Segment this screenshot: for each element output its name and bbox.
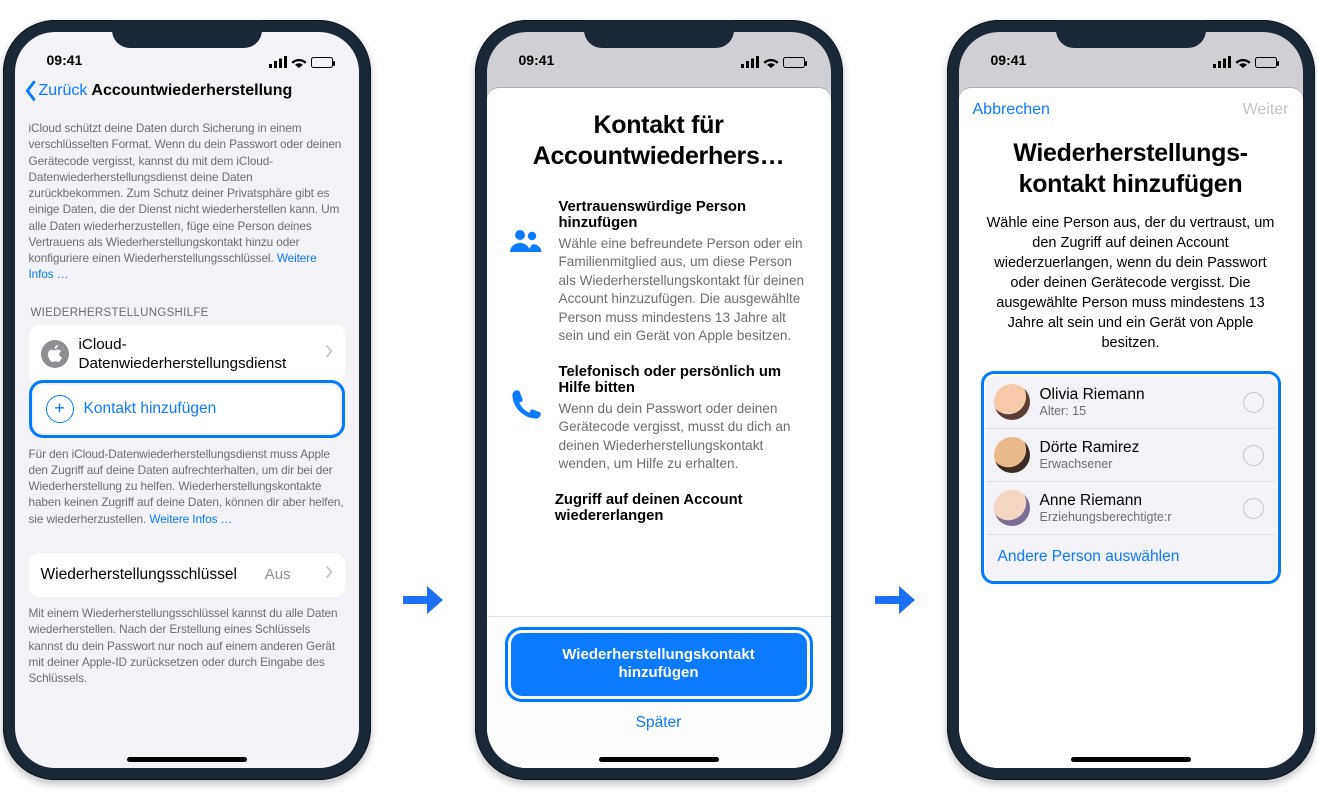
signal-icon	[741, 56, 759, 68]
feature-title: Vertrauenswürdige Person hinzufügen	[559, 199, 809, 231]
modal-content: Kontakt für Accountwiederhers… Vertrauen…	[487, 88, 831, 616]
modal-footer: Wiederherstellungskontakt hinzufügen Spä…	[487, 616, 831, 769]
highlight-ring: + Kontakt hinzufügen	[29, 380, 345, 438]
intro-text: iCloud schützt deine Daten durch Sicheru…	[29, 120, 345, 283]
contact-sub: Erziehungsberechtigte:r	[1040, 510, 1172, 524]
feature-title: Telefonisch oder persönlich um Hilfe bit…	[559, 364, 809, 396]
later-button[interactable]: Später	[505, 714, 813, 732]
notch	[1056, 20, 1206, 48]
highlight-ring: Olivia Riemann Alter: 15 Dörte Ramirez E…	[981, 371, 1281, 584]
notch	[584, 20, 734, 48]
modal-sheet: Abbrechen Weiter Wiederherstellungs- kon…	[959, 88, 1303, 768]
phone-1: 09:41 Zurück Accountwiederherstellung iC…	[3, 20, 371, 780]
phone-2: 09:41 Kontakt für Accountwiederhers…	[475, 20, 843, 780]
contact-row[interactable]: Anne Riemann Erziehungsberechtigte:r	[986, 481, 1276, 534]
content: iCloud schützt deine Daten durch Sicheru…	[15, 114, 359, 686]
icloud-recovery-cell[interactable]: iCloud-Datenwiederherstellungsdienst	[29, 325, 345, 383]
chevron-right-icon	[325, 565, 333, 584]
feature-phone-help: Telefonisch oder persönlich um Hilfe bit…	[509, 364, 809, 474]
avatar	[994, 490, 1030, 526]
wifi-icon	[763, 56, 779, 68]
status-time: 09:41	[991, 52, 1027, 68]
group-header: WIEDERHERSTELLUNGSHILFE	[31, 307, 345, 319]
add-contact-label: Kontakt hinzufügen	[84, 400, 217, 418]
status-icons	[269, 56, 333, 68]
avatar	[994, 384, 1030, 420]
feature-body: Wähle eine befreundete Person oder ein F…	[559, 235, 809, 346]
wifi-icon	[1235, 56, 1251, 68]
chevron-left-icon	[25, 80, 37, 102]
status-time: 09:41	[519, 52, 555, 68]
contact-sub: Erwachsener	[1040, 457, 1140, 471]
contact-name: Dörte Ramirez	[1040, 439, 1140, 457]
avatar	[994, 437, 1030, 473]
back-button[interactable]: Zurück	[25, 80, 88, 102]
radio-unselected[interactable]	[1243, 498, 1264, 519]
nav-bar: Zurück Accountwiederherstellung	[15, 68, 359, 114]
chevron-right-icon	[325, 344, 333, 363]
choose-other-row[interactable]: Andere Person auswählen	[986, 534, 1276, 579]
contact-row[interactable]: Dörte Ramirez Erwachsener	[986, 428, 1276, 481]
feature-title: Zugriff auf deinen Account wiedererlange…	[555, 492, 809, 524]
home-indicator[interactable]	[599, 757, 719, 762]
contact-list: Olivia Riemann Alter: 15 Dörte Ramirez E…	[986, 376, 1276, 579]
screen-3: 09:41 Abbrechen Weiter Wiederherstellung…	[959, 32, 1303, 768]
status-icons	[741, 56, 805, 68]
radio-unselected[interactable]	[1243, 392, 1264, 413]
recovery-help-group: iCloud-Datenwiederherstellungsdienst	[29, 325, 345, 383]
modal-nav: Abbrechen Weiter	[959, 88, 1303, 132]
modal-content: Wiederherstellungs- kontakt hinzufügen W…	[959, 132, 1303, 768]
next-button[interactable]: Weiter	[1243, 101, 1289, 119]
people-icon	[509, 199, 543, 346]
battery-icon	[311, 57, 333, 68]
phone-icon	[509, 364, 543, 474]
cancel-button[interactable]: Abbrechen	[973, 101, 1050, 119]
recovery-key-cell[interactable]: Wiederherstellungsschlüssel Aus	[29, 553, 345, 597]
add-recovery-contact-button[interactable]: Wiederherstellungskontakt hinzufügen	[511, 633, 807, 697]
icloud-recovery-label: iCloud-Datenwiederherstellungsdienst	[79, 335, 325, 373]
recovery-key-value: Aus	[265, 566, 291, 583]
signal-icon	[1213, 56, 1231, 68]
learn-more-link-2[interactable]: Weitere Infos …	[149, 512, 232, 526]
feature-trusted-person: Vertrauenswürdige Person hinzufügen Wähl…	[509, 199, 809, 346]
highlight-ring: Wiederherstellungskontakt hinzufügen	[505, 627, 813, 703]
home-indicator[interactable]	[1071, 757, 1191, 762]
home-indicator[interactable]	[127, 757, 247, 762]
modal-subtitle: Wähle eine Person aus, der du vertraust,…	[987, 213, 1275, 353]
status-time: 09:41	[47, 52, 83, 68]
phone-3: 09:41 Abbrechen Weiter Wiederherstellung…	[947, 20, 1315, 780]
desc-2: Für den iCloud-Datenwiederherstellungsdi…	[29, 446, 345, 527]
contact-name: Anne Riemann	[1040, 492, 1172, 510]
radio-unselected[interactable]	[1243, 445, 1264, 466]
contact-row[interactable]: Olivia Riemann Alter: 15	[986, 376, 1276, 428]
desc-3: Mit einem Wiederherstellungsschlüssel ka…	[29, 605, 345, 686]
status-icons	[1213, 56, 1277, 68]
back-label: Zurück	[39, 82, 88, 100]
key-icon	[509, 492, 539, 528]
screen-1: 09:41 Zurück Accountwiederherstellung iC…	[15, 32, 359, 768]
contact-name: Olivia Riemann	[1040, 386, 1145, 404]
modal-sheet: Kontakt für Accountwiederhers… Vertrauen…	[487, 88, 831, 768]
nav-title: Accountwiederherstellung	[91, 82, 292, 100]
feature-body: Wenn du dein Passwort oder deinen Geräte…	[559, 400, 809, 474]
modal-title: Kontakt für Accountwiederhers…	[509, 110, 809, 171]
apple-icon	[41, 340, 69, 368]
wifi-icon	[291, 56, 307, 68]
notch	[112, 20, 262, 48]
arrow-icon	[873, 578, 917, 622]
add-contact-cell[interactable]: + Kontakt hinzufügen	[34, 385, 340, 433]
screen-2: 09:41 Kontakt für Accountwiederhers…	[487, 32, 831, 768]
battery-icon	[1255, 57, 1277, 68]
recovery-key-group: Wiederherstellungsschlüssel Aus	[29, 553, 345, 597]
arrow-icon	[401, 578, 445, 622]
signal-icon	[269, 56, 287, 68]
recovery-key-label: Wiederherstellungsschlüssel	[41, 566, 237, 584]
battery-icon	[783, 57, 805, 68]
modal-title: Wiederherstellungs- kontakt hinzufügen	[981, 138, 1281, 199]
plus-icon: +	[46, 395, 74, 423]
feature-regain-access: Zugriff auf deinen Account wiedererlange…	[509, 492, 809, 528]
contact-sub: Alter: 15	[1040, 404, 1145, 418]
